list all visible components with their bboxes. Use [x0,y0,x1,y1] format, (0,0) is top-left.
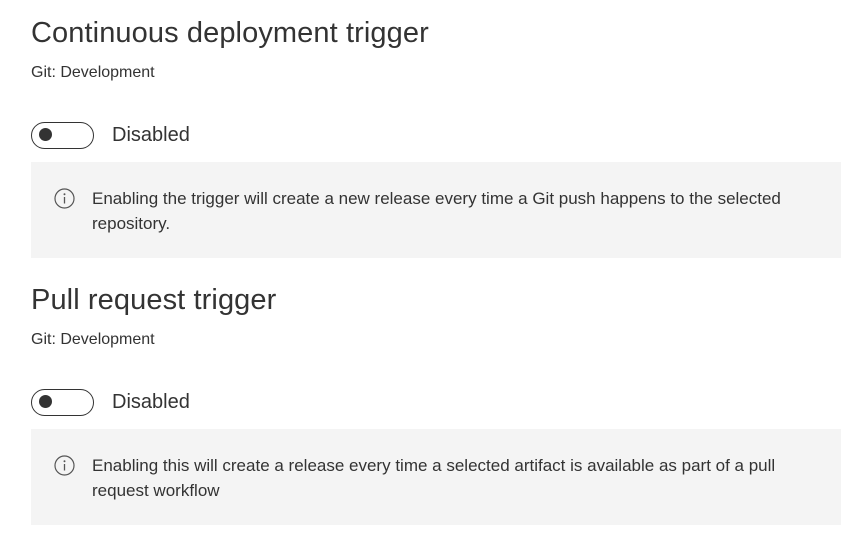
info-message-text: Enabling the trigger will create a new r… [92,189,781,233]
section-title: Pull request trigger [31,284,277,316]
continuous-deployment-toggle[interactable] [31,121,94,149]
toggle-row: Disabled [31,387,841,417]
toggle-knob [39,395,52,408]
info-circle-icon [54,455,75,476]
toggle-knob [39,128,52,141]
toggle-state-label: Disabled [112,124,190,146]
info-circle-icon [54,188,75,209]
section-title: Continuous deployment trigger [31,17,429,49]
source-label: Git: Development [31,331,155,348]
release-triggers-panel: Continuous deployment trigger Git: Devel… [0,0,863,541]
continuous-deployment-trigger-section: Continuous deployment trigger Git: Devel… [31,14,841,258]
pull-request-trigger-section: Pull request trigger Git: Development Di… [31,281,841,525]
source-label: Git: Development [31,64,155,81]
info-message-text: Enabling this will create a release ever… [92,456,776,500]
pull-request-toggle[interactable] [31,388,94,416]
info-message-box: Enabling this will create a release ever… [31,429,841,525]
info-message-box: Enabling the trigger will create a new r… [31,162,841,258]
toggle-row: Disabled [31,120,841,150]
toggle-state-label: Disabled [112,391,190,413]
